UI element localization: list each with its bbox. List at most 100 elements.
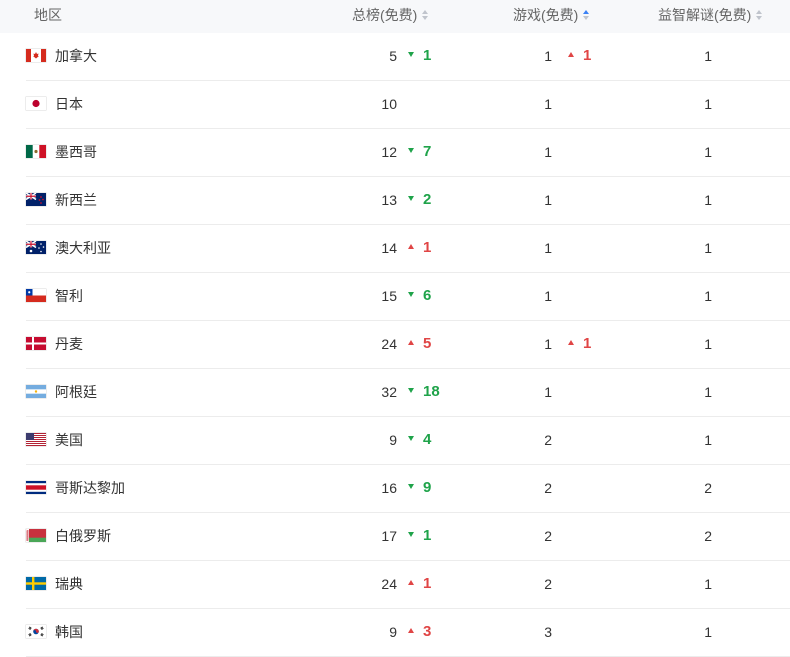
table-row[interactable]: 白俄罗斯 17 1 2 2 <box>25 513 790 561</box>
total-rank: 9 <box>389 624 397 640</box>
arrow-down-icon <box>408 387 414 393</box>
table-row[interactable]: 美国 9 4 2 1 <box>26 417 790 465</box>
total-rank-change: 1 <box>408 225 431 271</box>
total-change-value: 5 <box>423 335 432 352</box>
puzzle-rank: 2 <box>704 528 712 544</box>
total-header-label: 总榜(免费) <box>352 7 418 23</box>
total-rank-change: 7 <box>408 129 431 175</box>
region-name: 加拿大 <box>55 48 97 64</box>
sort-icon[interactable] <box>582 9 590 21</box>
sort-icon[interactable] <box>755 9 763 21</box>
arrow-up-icon <box>408 339 414 345</box>
total-change-value: 1 <box>423 575 432 592</box>
puzzle-rank: 1 <box>704 48 712 64</box>
region-name: 瑞典 <box>55 576 83 592</box>
japan-flag-icon <box>26 97 46 110</box>
usa-flag-icon <box>26 433 46 446</box>
belarus-flag-icon <box>25 529 46 542</box>
puzzle-rank: 1 <box>704 432 712 448</box>
table-row[interactable]: 韩国 9 3 3 1 <box>26 609 790 657</box>
region-name: 墨西哥 <box>55 144 97 160</box>
chile-flag-icon <box>26 289 46 302</box>
total-change-value: 7 <box>423 143 432 160</box>
arrow-down-icon <box>408 147 414 153</box>
total-change-value: 1 <box>423 239 432 256</box>
total-rank: 16 <box>381 480 397 496</box>
arrow-down-icon <box>408 435 414 441</box>
puzzle-rank: 1 <box>704 624 712 640</box>
games-rank: 2 <box>544 576 552 592</box>
games-column-header[interactable]: 游戏(免费) <box>513 0 590 33</box>
total-rank: 24 <box>381 576 397 592</box>
region-name: 哥斯达黎加 <box>55 480 125 496</box>
puzzle-rank: 1 <box>704 192 712 208</box>
games-change-value: 1 <box>583 47 592 64</box>
table-row[interactable]: 瑞典 24 1 2 1 <box>26 561 790 609</box>
total-rank: 17 <box>381 528 397 544</box>
table-row[interactable]: 智利 15 6 1 1 <box>26 273 790 321</box>
puzzle-rank: 1 <box>704 96 712 112</box>
puzzle-rank: 1 <box>704 288 712 304</box>
table-row[interactable]: 丹麦 24 5 1 1 1 <box>26 321 790 369</box>
games-rank: 3 <box>544 624 552 640</box>
arrow-down-icon <box>408 195 414 201</box>
games-rank: 1 <box>544 96 552 112</box>
games-rank: 1 <box>544 192 552 208</box>
region-name: 澳大利亚 <box>55 240 111 256</box>
table-row[interactable]: 阿根廷 32 18 1 1 <box>26 369 790 417</box>
sort-icon[interactable] <box>421 9 429 21</box>
total-rank-change: 3 <box>408 609 431 655</box>
arrow-up-icon <box>408 243 414 249</box>
puzzle-rank: 1 <box>704 240 712 256</box>
total-rank: 9 <box>389 432 397 448</box>
region-name: 阿根廷 <box>55 384 97 400</box>
total-rank: 5 <box>389 48 397 64</box>
arrow-up-icon <box>568 339 574 345</box>
region-name: 韩国 <box>55 624 83 640</box>
total-column-header[interactable]: 总榜(免费) <box>352 0 429 33</box>
total-rank-change: 6 <box>408 273 431 319</box>
ranking-table: 地区 总榜(免费) 游戏(免费) 益智解谜(免费) 加拿大 5 1 1 1 1 日本 10 1 1… <box>0 0 790 657</box>
games-change-value: 1 <box>583 335 592 352</box>
total-change-value: 18 <box>423 383 440 400</box>
denmark-flag-icon <box>26 337 46 350</box>
total-rank-change: 18 <box>408 369 440 415</box>
region-name: 白俄罗斯 <box>55 528 111 544</box>
puzzle-rank: 1 <box>704 576 712 592</box>
games-rank: 1 <box>544 240 552 256</box>
table-row[interactable]: 新西兰 13 2 1 1 <box>25 177 790 225</box>
table-row[interactable]: 澳大利亚 14 1 1 1 <box>25 225 790 273</box>
total-rank-change: 4 <box>408 417 431 463</box>
south-korea-flag-icon <box>26 625 46 638</box>
sweden-flag-icon <box>26 577 46 590</box>
region-name: 智利 <box>55 288 83 304</box>
arrow-down-icon <box>408 291 414 297</box>
table-row[interactable]: 加拿大 5 1 1 1 1 <box>26 33 790 81</box>
total-rank: 24 <box>381 336 397 352</box>
arrow-down-icon <box>408 483 414 489</box>
total-rank: 14 <box>381 240 397 256</box>
canada-flag-icon <box>26 49 46 62</box>
puzzle-rank: 1 <box>704 384 712 400</box>
table-header: 地区 总榜(免费) 游戏(免费) 益智解谜(免费) <box>0 0 790 33</box>
table-row[interactable]: 日本 10 1 1 <box>26 81 790 129</box>
arrow-down-icon <box>408 51 414 57</box>
total-rank: 32 <box>381 384 397 400</box>
table-row[interactable]: 哥斯达黎加 16 9 2 2 <box>26 465 790 513</box>
region-name: 日本 <box>55 96 83 112</box>
total-rank-change: 5 <box>408 321 431 367</box>
costa-rica-flag-icon <box>26 481 46 494</box>
games-rank: 1 <box>544 48 552 64</box>
total-change-value: 1 <box>423 47 432 64</box>
region-name: 新西兰 <box>55 192 97 208</box>
games-header-label: 游戏(免费) <box>513 7 579 23</box>
new-zealand-flag-icon <box>25 192 46 206</box>
puzzle-column-header[interactable]: 益智解谜(免费) <box>658 0 763 33</box>
table-row[interactable]: 墨西哥 12 7 1 1 <box>26 129 790 177</box>
arrow-up-icon <box>568 51 574 57</box>
arrow-down-icon <box>408 531 414 537</box>
total-rank: 12 <box>381 144 397 160</box>
games-rank: 1 <box>544 384 552 400</box>
arrow-up-icon <box>408 627 414 633</box>
region-column-header: 地区 <box>34 0 62 33</box>
